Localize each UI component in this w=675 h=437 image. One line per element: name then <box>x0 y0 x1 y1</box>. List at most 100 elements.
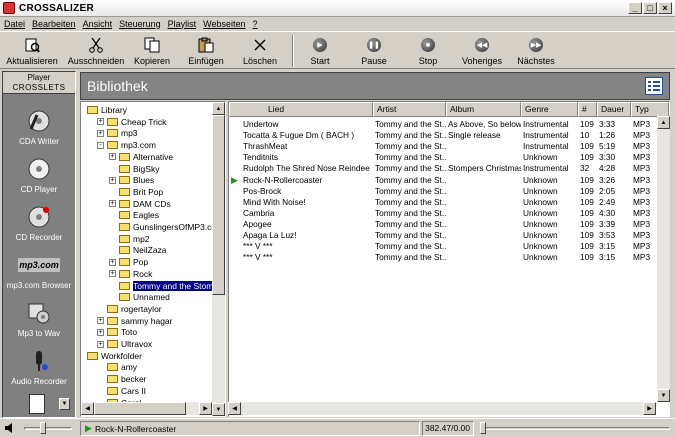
scroll-up-button[interactable]: ▲ <box>657 116 670 129</box>
tree-item[interactable]: Ultravox <box>107 338 152 350</box>
crosslet-cd-recorder[interactable]: CD Recorder <box>3 204 75 242</box>
column-header[interactable]: Genre <box>521 102 578 117</box>
menu-help[interactable]: ? <box>253 19 258 29</box>
tree-item[interactable]: BigSky <box>119 163 159 175</box>
crosslet-mp3-to-wav[interactable]: Mp3 to Wav <box>3 300 75 338</box>
track-row[interactable]: Mind With Noise! Tommy and the St... Unkno… <box>229 197 669 208</box>
tree-item[interactable]: Cheap Trick <box>107 116 166 128</box>
crosslet-audio-recorder[interactable]: Audio Recorder <box>3 348 75 386</box>
column-header[interactable]: Typ <box>631 102 669 117</box>
scroll-thumb[interactable] <box>94 402 186 415</box>
column-header[interactable]: Dauer <box>597 102 631 117</box>
track-row[interactable]: Tenditnits Tommy and the St... Unknown 109 3… <box>229 152 669 163</box>
previous-button[interactable]: ◀◀ Voheriges <box>452 33 512 69</box>
tree-item[interactable]: Alternative <box>119 151 173 163</box>
tree-item[interactable]: Toto <box>107 326 137 338</box>
tree-expander[interactable]: + <box>97 317 104 325</box>
track-row[interactable]: ThrashMeat Tommy and the St... Instrumenta… <box>229 141 669 152</box>
folder-tree[interactable]: Library + Cheap Trick + mp3 - mp3.com + Alternat… <box>80 101 226 417</box>
scroll-right-button[interactable]: ▶ <box>199 402 212 415</box>
stop-button[interactable]: ■ Stop <box>398 33 458 69</box>
list-vertical-scrollbar[interactable]: ▲ ▼ <box>657 116 670 402</box>
scroll-right-button[interactable]: ▶ <box>643 402 656 415</box>
track-row[interactable]: Tocatta & Fugue Dm ( BACH ) Tommy and the… <box>229 130 669 141</box>
menu-playlist[interactable]: Playlist <box>168 19 197 29</box>
tree-horizontal-scrollbar[interactable]: ◀ ▶ <box>81 402 212 415</box>
column-header[interactable]: Album <box>446 102 521 117</box>
tree-item[interactable]: Blues <box>119 174 154 186</box>
tree-item[interactable]: mp3.com <box>107 139 156 151</box>
crosslet-cd-player[interactable]: CD Player <box>3 156 75 194</box>
tree-item[interactable]: mp3 <box>107 127 138 139</box>
menu-steuerung[interactable]: Steuerung <box>119 19 161 29</box>
scroll-up-button[interactable]: ▲ <box>212 102 225 115</box>
track-row[interactable]: ▶ Rock-N-Rollercoaster Tommy and the St...… <box>229 175 669 186</box>
track-row[interactable]: *** V *** Tommy and the St... Unknown 109 3:… <box>229 241 669 252</box>
tree-expander[interactable]: + <box>109 153 116 161</box>
menu-ansicht[interactable]: Ansicht <box>83 19 113 29</box>
track-row[interactable]: Cambria Tommy and the St... Unknown 109 4:30… <box>229 208 669 219</box>
scroll-down-button[interactable]: ▼ <box>657 389 670 402</box>
tree-expander[interactable]: + <box>97 328 104 336</box>
tree-item[interactable]: Workfolder <box>87 350 142 362</box>
refresh-button[interactable]: Aktualisieren <box>2 33 62 69</box>
tree-item[interactable]: Library <box>87 104 127 116</box>
menu-webseiten[interactable]: Webseiten <box>203 19 245 29</box>
menu-datei[interactable]: Datei <box>4 19 25 29</box>
volume-slider[interactable] <box>24 427 72 430</box>
volume-slider-thumb[interactable] <box>40 422 46 434</box>
delete-button[interactable]: Löschen <box>230 33 290 69</box>
tree-item[interactable]: sammy hagar <box>107 315 173 327</box>
seek-bar[interactable] <box>480 427 670 430</box>
scroll-left-button[interactable]: ◀ <box>81 402 94 415</box>
next-button[interactable]: ▶▶ Nächstes <box>506 33 566 69</box>
tree-item[interactable]: NeilZaza <box>119 244 167 256</box>
volume-icon[interactable] <box>4 422 16 434</box>
document-icon[interactable] <box>29 394 45 414</box>
maximize-button[interactable]: □ <box>643 2 657 14</box>
minimize-button[interactable]: _ <box>628 2 642 14</box>
column-header[interactable]: # <box>578 102 597 117</box>
tree-expander[interactable]: + <box>109 200 116 208</box>
paste-button[interactable]: Einfügen <box>176 33 236 69</box>
column-header[interactable]: Lied <box>229 102 373 117</box>
track-row[interactable]: Rudolph The Shred Nose Reindee Tommy and … <box>229 163 669 174</box>
tree-expander[interactable]: + <box>109 176 116 184</box>
tree-expander[interactable]: + <box>109 270 116 278</box>
tree-item[interactable]: mp2 <box>119 233 150 245</box>
tree-item[interactable]: Tommy and the Stompers <box>119 279 225 292</box>
tree-item[interactable]: rogertaylor <box>107 303 162 315</box>
tree-item[interactable]: Unnamed <box>119 291 170 303</box>
crosslet-cda-writer[interactable]: CDA Writer <box>3 108 75 146</box>
column-header[interactable]: Artist <box>373 102 446 117</box>
tree-item[interactable]: Pop <box>119 256 148 268</box>
menu-bearbeiten[interactable]: Bearbeiten <box>32 19 76 29</box>
tab-crosslets[interactable]: CROSSLETS <box>3 83 75 93</box>
tree-item[interactable]: Brit Pop <box>119 186 163 198</box>
tree-item[interactable]: Cars II <box>107 385 146 397</box>
start-button[interactable]: ▶ Start <box>290 33 350 69</box>
track-row[interactable]: Apogee Tommy and the St... Unknown 109 3:39 M… <box>229 219 669 230</box>
cut-button[interactable]: Ausschneiden <box>66 33 126 69</box>
crosslets-dropdown-button[interactable]: ▼ <box>59 398 70 410</box>
track-row[interactable]: Pos-Brock Tommy and the St... Unknown 109 2:… <box>229 186 669 197</box>
tree-item[interactable]: Rock <box>119 268 152 280</box>
tree-expander[interactable]: + <box>109 258 116 266</box>
track-row[interactable]: Undertow Tommy and the St... As Above, So … <box>229 119 669 130</box>
track-row[interactable]: Apaga La Luz! Tommy and the St... Unknown 1… <box>229 230 669 241</box>
pause-button[interactable]: ❚❚ Pause <box>344 33 404 69</box>
tree-expander[interactable]: - <box>97 141 104 149</box>
view-details-icon[interactable] <box>645 77 663 95</box>
tree-expander[interactable]: + <box>97 129 104 137</box>
tree-item[interactable]: Eagles <box>119 209 159 221</box>
tree-item[interactable]: GunslingersOfMP3.com <box>119 221 223 233</box>
close-button[interactable]: × <box>658 2 672 14</box>
copy-button[interactable]: Kopieren <box>122 33 182 69</box>
track-row[interactable]: *** V *** Tommy and the St... Unknown 109 3:… <box>229 252 669 263</box>
tree-item[interactable]: DAM CDs <box>119 198 171 210</box>
tab-player[interactable]: Player <box>3 73 75 83</box>
seek-bar-thumb[interactable] <box>480 422 486 434</box>
crosslet-mp3com-browser[interactable]: mp3.com mp3.com Browser <box>3 252 75 290</box>
tree-expander[interactable]: + <box>97 340 104 348</box>
list-horizontal-scrollbar[interactable]: ◀ ▶ <box>228 402 656 415</box>
